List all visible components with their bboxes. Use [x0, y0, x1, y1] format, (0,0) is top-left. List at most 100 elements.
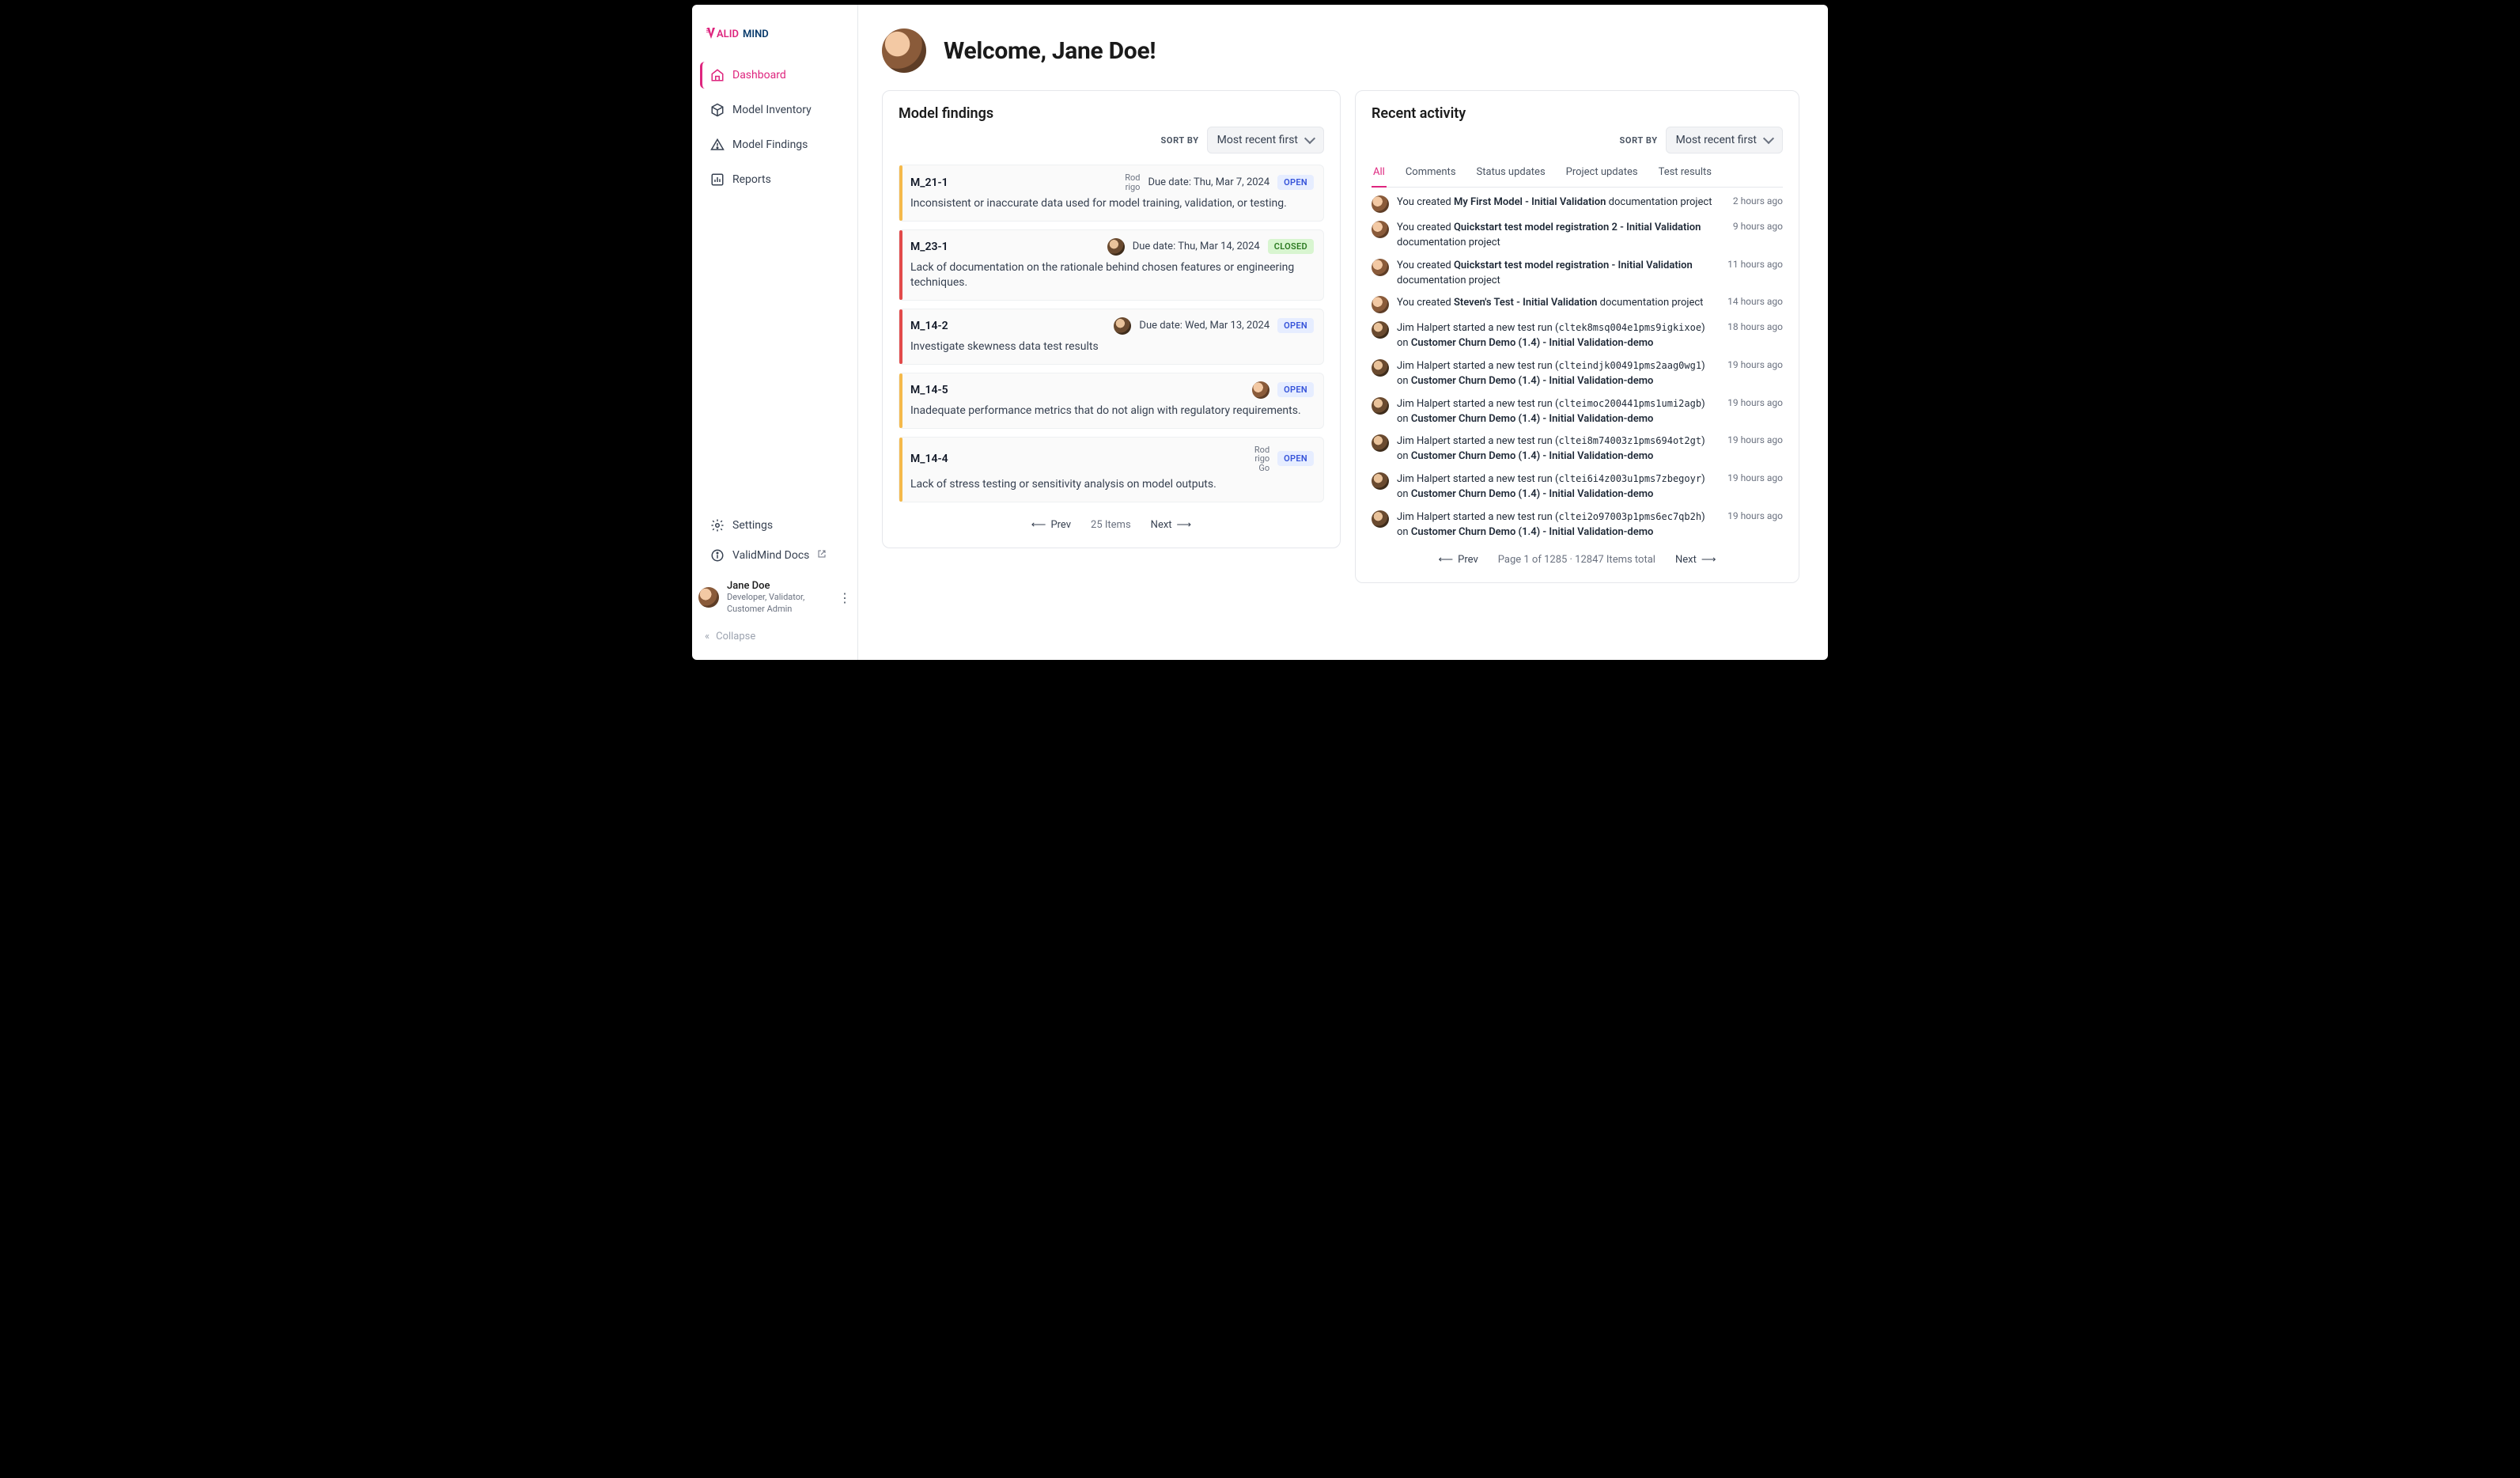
activity-time: 2 hours ago — [1733, 195, 1783, 207]
activity-next[interactable]: Next ⟶ — [1667, 548, 1725, 571]
alert-icon — [710, 138, 725, 152]
activity-item[interactable]: Jim Halpert started a new test run (clte… — [1372, 397, 1783, 427]
finding-due: Due date: Thu, Mar 14, 2024 — [1133, 241, 1260, 252]
activity-avatar — [1372, 397, 1389, 415]
welcome-header: Welcome, Jane Doe! — [882, 28, 1804, 73]
activity-avatar — [1372, 221, 1389, 238]
finding-item[interactable]: M_23-1Due date: Thu, Mar 14, 2024CLOSEDL… — [899, 229, 1324, 301]
activity-item[interactable]: You created My First Model - Initial Val… — [1372, 195, 1783, 213]
findings-sort-label: SORT BY — [1161, 135, 1199, 146]
arrow-right-icon: ⟶ — [1701, 554, 1716, 566]
tab-all[interactable]: All — [1372, 160, 1387, 188]
sidebar-user[interactable]: Jane Doe Developer, Validator, Customer … — [692, 572, 857, 623]
activity-text: Jim Halpert started a new test run (clte… — [1397, 434, 1715, 464]
sidebar-item-dashboard[interactable]: Dashboard — [700, 62, 849, 89]
home-icon — [710, 68, 725, 82]
findings-sort-select[interactable]: Most recent first — [1207, 127, 1324, 153]
activity-time: 19 hours ago — [1727, 397, 1783, 408]
sidebar-item-validmind-docs[interactable]: ValidMind Docs — [700, 542, 849, 569]
finding-item[interactable]: M_14-2Due date: Wed, Mar 13, 2024OPENInv… — [899, 309, 1324, 365]
activity-item[interactable]: Jim Halpert started a new test run (clte… — [1372, 321, 1783, 351]
activity-avatar — [1372, 195, 1389, 213]
activity-text: You created My First Model - Initial Val… — [1397, 195, 1720, 210]
sidebar-item-label: Model Inventory — [732, 104, 812, 116]
finding-status-badge: CLOSED — [1268, 239, 1314, 254]
findings-next[interactable]: Next ⟶ — [1142, 514, 1201, 536]
main-content: Welcome, Jane Doe! Model findings SORT B… — [858, 5, 1828, 660]
activity-item[interactable]: Jim Halpert started a new test run (clte… — [1372, 434, 1783, 464]
finding-status-badge: OPEN — [1277, 175, 1314, 190]
sidebar-item-label: Model Findings — [732, 138, 808, 151]
tab-project-updates[interactable]: Project updates — [1565, 160, 1640, 188]
tab-test-results[interactable]: Test results — [1657, 160, 1713, 188]
activity-text: Jim Halpert started a new test run (clte… — [1397, 321, 1715, 351]
sidebar-item-reports[interactable]: Reports — [700, 166, 849, 193]
activity-item[interactable]: You created Quickstart test model regist… — [1372, 259, 1783, 289]
user-avatar — [698, 587, 719, 608]
activity-text: Jim Halpert started a new test run (clte… — [1397, 472, 1715, 502]
activity-avatar — [1372, 359, 1389, 377]
finding-item[interactable]: M_14-4Rod rigo GoOPENLack of stress test… — [899, 437, 1324, 503]
activity-pager-info: Page 1 of 1285 · 12847 Items total — [1498, 554, 1655, 566]
sidebar-collapse[interactable]: « Collapse — [692, 623, 857, 650]
finding-status-badge: OPEN — [1277, 382, 1314, 397]
finding-status-badge: OPEN — [1277, 451, 1314, 466]
user-name: Jane Doe — [727, 580, 822, 592]
activity-item[interactable]: Jim Halpert started a new test run (clte… — [1372, 472, 1783, 502]
activity-time: 19 hours ago — [1727, 434, 1783, 445]
activity-time: 18 hours ago — [1727, 321, 1783, 332]
finding-id: M_14-4 — [910, 453, 948, 465]
activity-time: 9 hours ago — [1733, 221, 1783, 232]
activity-item[interactable]: Jim Halpert started a new test run (clte… — [1372, 359, 1783, 389]
activity-sort-label: SORT BY — [1620, 135, 1658, 146]
activity-prev[interactable]: ⟵ Prev — [1430, 548, 1487, 571]
finding-id: M_21-1 — [910, 176, 948, 189]
tab-comments[interactable]: Comments — [1404, 160, 1458, 188]
sidebar-item-model-inventory[interactable]: Model Inventory — [700, 97, 849, 123]
svg-text:ALID: ALID — [717, 28, 739, 40]
tab-status-updates[interactable]: Status updates — [1475, 160, 1547, 188]
activity-item[interactable]: Jim Halpert started a new test run (clte… — [1372, 510, 1783, 540]
sidebar-nav: Dashboard Model Inventory Model Findings Re… — [692, 60, 857, 201]
findings-pager: ⟵ Prev 25 Items Next ⟶ — [899, 514, 1324, 536]
sidebar-item-settings[interactable]: Settings — [700, 512, 849, 539]
external-icon — [817, 549, 827, 562]
activity-text: You created Quickstart test model regist… — [1397, 259, 1715, 289]
activity-avatar — [1372, 259, 1389, 276]
assignee-avatar — [1107, 238, 1125, 256]
sidebar-item-label: Settings — [732, 519, 773, 532]
findings-prev[interactable]: ⟵ Prev — [1023, 514, 1080, 536]
activity-item[interactable]: You created Steven's Test - Initial Vali… — [1372, 296, 1783, 313]
panel-recent-activity: Recent activity SORT BY Most recent firs… — [1355, 90, 1799, 583]
activity-avatar — [1372, 510, 1389, 528]
sidebar-item-label: ValidMind Docs — [732, 549, 809, 562]
activity-item[interactable]: You created Quickstart test model regist… — [1372, 221, 1783, 251]
activity-text: Jim Halpert started a new test run (clte… — [1397, 510, 1715, 540]
finding-item[interactable]: M_21-1Rod rigoDue date: Thu, Mar 7, 2024… — [899, 165, 1324, 222]
activity-time: 19 hours ago — [1727, 472, 1783, 483]
finding-item[interactable]: M_14-5OPENInadequate performance metrics… — [899, 373, 1324, 429]
activity-text: Jim Halpert started a new test run (clte… — [1397, 359, 1715, 389]
sidebar-item-label: Dashboard — [732, 69, 786, 81]
finding-status-badge: OPEN — [1277, 318, 1314, 333]
activity-avatar — [1372, 321, 1389, 339]
activity-text: Jim Halpert started a new test run (clte… — [1397, 397, 1715, 427]
chart-icon — [710, 172, 725, 187]
sidebar: ALID MIND DashboardModel InventoryModel … — [692, 5, 858, 660]
welcome-avatar — [882, 28, 926, 73]
activity-sort-select[interactable]: Most recent first — [1666, 127, 1783, 153]
finding-id: M_14-2 — [910, 320, 948, 332]
activity-text: You created Quickstart test model regist… — [1397, 221, 1720, 251]
info-icon — [710, 548, 725, 563]
user-role: Developer, Validator, Customer Admin — [727, 592, 822, 615]
findings-sort-value: Most recent first — [1217, 134, 1298, 146]
arrow-left-icon: ⟵ — [1439, 554, 1454, 566]
user-menu-kebab[interactable]: ⋮ — [838, 590, 851, 605]
sidebar-item-model-findings[interactable]: Model Findings — [700, 131, 849, 158]
activity-avatar — [1372, 296, 1389, 313]
findings-title: Model findings — [899, 105, 993, 122]
activity-avatar — [1372, 434, 1389, 452]
activity-title: Recent activity — [1372, 105, 1466, 122]
activity-time: 19 hours ago — [1727, 510, 1783, 521]
finding-due: Due date: Wed, Mar 13, 2024 — [1139, 320, 1269, 332]
